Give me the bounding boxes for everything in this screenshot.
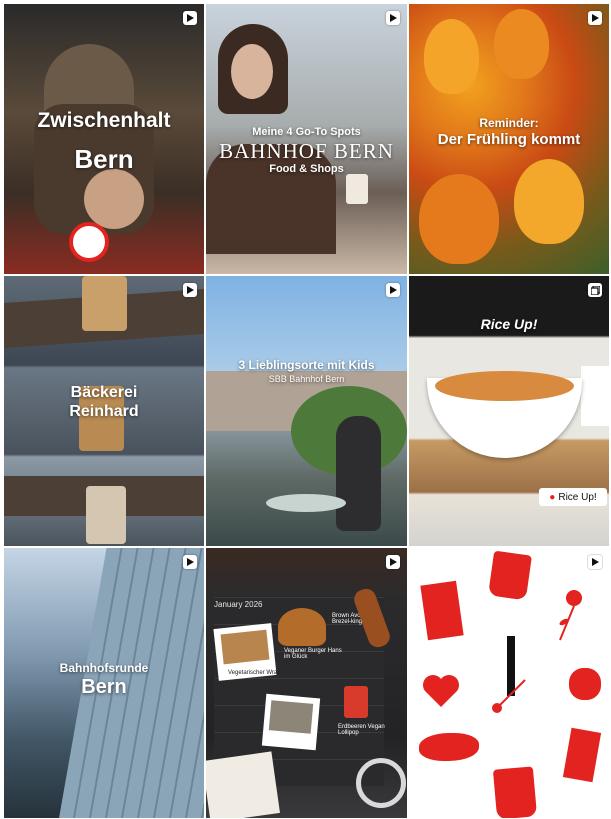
sign-disc bbox=[69, 222, 109, 262]
location-tag-label: Rice Up! bbox=[558, 491, 597, 503]
reel-icon bbox=[183, 283, 197, 297]
post-subtitle: SBB Bahnhof Bern bbox=[268, 374, 345, 384]
reel-icon bbox=[588, 555, 602, 569]
store-sign: Rice Up! bbox=[480, 316, 538, 332]
phone-icon bbox=[420, 580, 464, 641]
man-face bbox=[84, 169, 144, 229]
post-rice-up[interactable]: Rice Up! ● Rice Up! bbox=[409, 276, 609, 546]
post-title-line2: Bern bbox=[74, 144, 134, 174]
woman-face bbox=[231, 44, 273, 99]
label-lollipop: Erdbeeren Vegan Lollipop bbox=[338, 724, 385, 736]
reel-icon bbox=[183, 11, 197, 25]
post-title-line1: Bahnhofsrunde bbox=[59, 661, 149, 675]
rose-icon bbox=[554, 588, 584, 643]
reel-icon bbox=[386, 283, 400, 297]
post-title-line1: Zwischenhalt bbox=[37, 109, 171, 132]
post-bahnhofsrunde-bern[interactable]: Bahnhofsrunde Bern bbox=[4, 548, 204, 818]
post-lieblingsorte-kids[interactable]: 3 Lieblingsorte mit Kids SBB Bahnhof Ber… bbox=[206, 276, 407, 546]
cup-icon bbox=[488, 550, 532, 601]
coffee-cup bbox=[346, 174, 368, 204]
photo bbox=[268, 700, 314, 734]
bowl-food bbox=[435, 371, 574, 401]
reel-icon bbox=[386, 11, 400, 25]
pin-icon: ● bbox=[549, 491, 556, 503]
location-tag[interactable]: ● Rice Up! bbox=[539, 488, 607, 506]
burger bbox=[278, 608, 326, 646]
reel-icon bbox=[386, 555, 400, 569]
post-kicker: Meine 4 Go-To Spots bbox=[252, 126, 361, 138]
tulip bbox=[424, 19, 479, 94]
reel-icon bbox=[183, 555, 197, 569]
woman bbox=[336, 416, 381, 531]
table bbox=[266, 494, 346, 512]
calendar-month: January 2026 bbox=[214, 600, 263, 609]
cup-icon bbox=[492, 766, 538, 818]
tulip bbox=[419, 174, 499, 264]
post-kicker: Reminder: bbox=[479, 116, 539, 130]
label-wrap: Vegetarischer Wrap bbox=[228, 670, 281, 676]
post-title-line2: Bern bbox=[81, 676, 127, 698]
lollipop-pack bbox=[344, 686, 368, 718]
post-zwischenhalt-bern[interactable]: Zwischenhalt Bern bbox=[4, 4, 204, 274]
bread-bag bbox=[86, 486, 126, 544]
store-logo bbox=[581, 366, 609, 426]
post-title: BAHNHOF BERN bbox=[219, 139, 394, 163]
apple-icon bbox=[569, 668, 601, 700]
post-grid: Zwischenhalt Bern Meine 4 Go-To Spots BA… bbox=[4, 4, 609, 818]
post-subtitle: Food & Shops bbox=[269, 163, 344, 175]
clock-hand-red bbox=[491, 678, 531, 714]
post-title: 3 Lieblingsorte mit Kids bbox=[238, 358, 375, 372]
bread-bag bbox=[82, 276, 127, 331]
heart-icon bbox=[421, 673, 461, 709]
paper-note bbox=[206, 751, 280, 818]
label-burger: Veganer Burger Hans im Glück bbox=[284, 648, 342, 660]
wrap-photo bbox=[220, 629, 270, 665]
carousel-icon bbox=[588, 283, 602, 297]
post-title: Der Frühling kommt bbox=[437, 131, 581, 148]
post-food-calendar[interactable]: January 2026 Vegetarischer Wrap Veganer … bbox=[206, 548, 407, 818]
post-baeckerei-reinhard[interactable]: Bäckerei Reinhard bbox=[4, 276, 204, 546]
reel-icon bbox=[588, 11, 602, 25]
tulip bbox=[514, 159, 584, 244]
post-bahnhof-bern[interactable]: Meine 4 Go-To Spots BAHNHOF BERN Food & … bbox=[206, 4, 407, 274]
post-title-line2: Reinhard bbox=[69, 403, 139, 420]
headphones bbox=[356, 758, 406, 808]
tulip bbox=[494, 9, 549, 79]
post-red-icons[interactable] bbox=[409, 548, 609, 818]
post-fruehling[interactable]: Reminder: Der Frühling kommt bbox=[409, 4, 609, 274]
post-title-line1: Bäckerei bbox=[70, 384, 138, 401]
shoe-icon bbox=[419, 733, 479, 761]
